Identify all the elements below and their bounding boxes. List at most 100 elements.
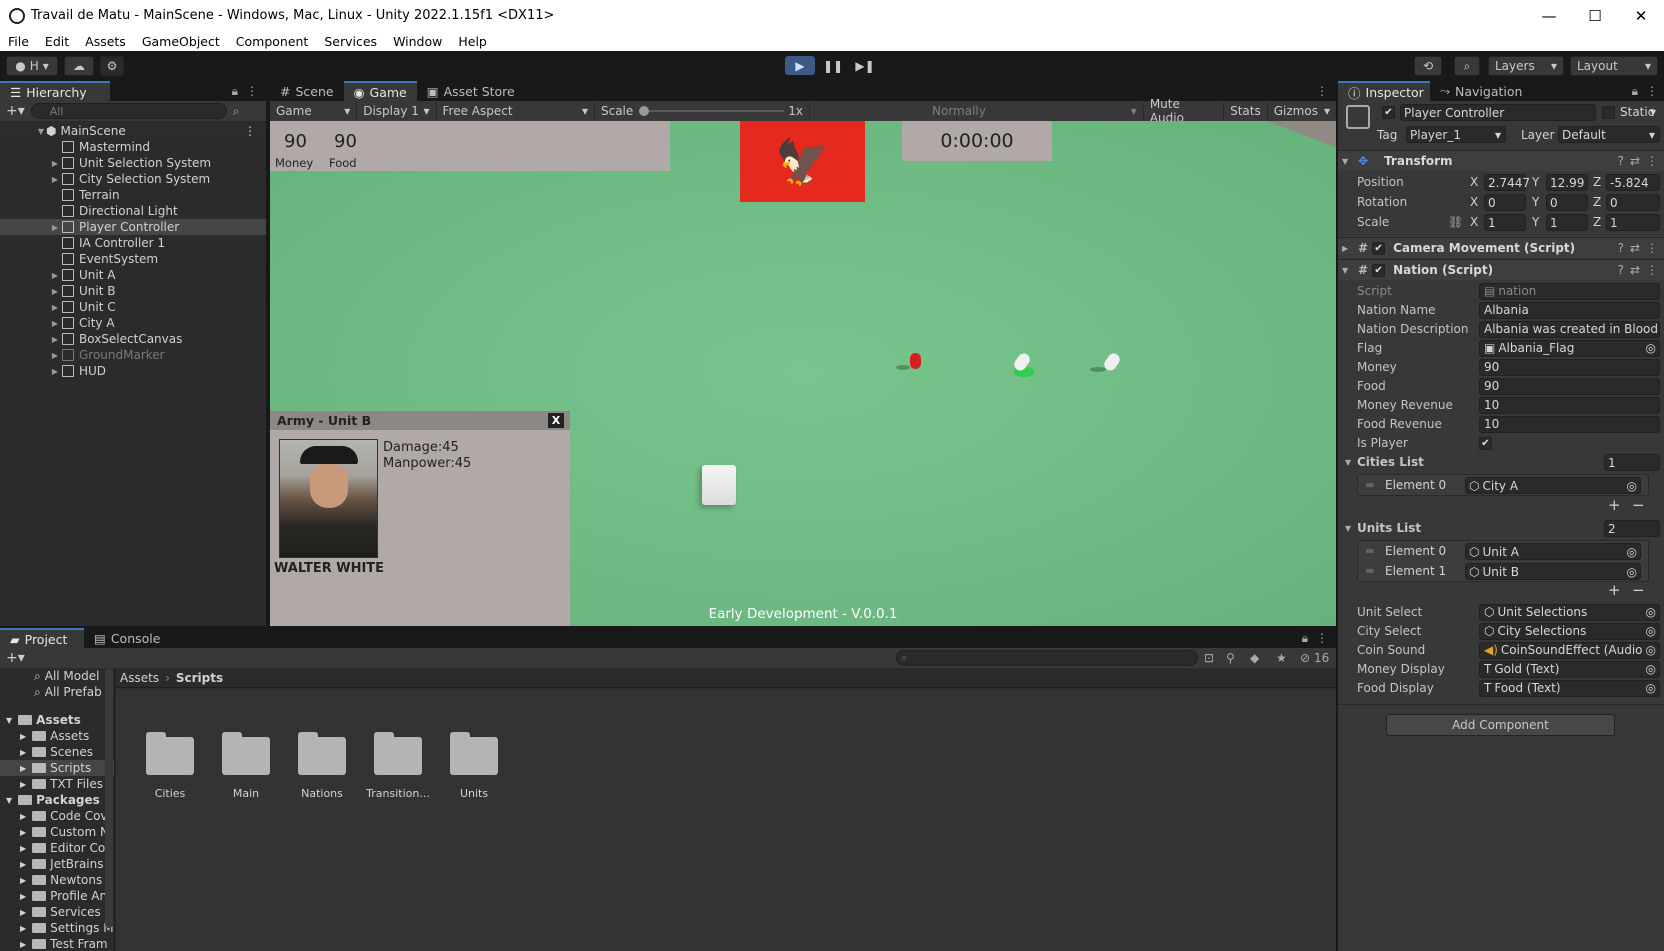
scale-slider[interactable] bbox=[639, 106, 785, 116]
unit-element-0-field[interactable]: ⬡ Unit A ◎ bbox=[1465, 543, 1641, 560]
expand-arrow-icon[interactable]: ▶ bbox=[50, 287, 60, 296]
expand-arrow-icon[interactable]: ▶ bbox=[50, 319, 60, 328]
expand-arrow-icon[interactable]: ▶ bbox=[50, 351, 60, 360]
folder-item-transition[interactable]: Transition... bbox=[364, 732, 432, 800]
lock-icon[interactable]: 🔒︎ bbox=[232, 84, 238, 99]
position-y-input[interactable]: 12.99 bbox=[1546, 174, 1588, 191]
tree-package-newtonsoft[interactable]: ▶ Newtons bbox=[0, 872, 114, 888]
tab-project[interactable]: ▰ Project bbox=[0, 628, 84, 648]
breadcrumb-scripts[interactable]: Scripts bbox=[176, 671, 223, 685]
favorite-icon[interactable]: ★ bbox=[1276, 651, 1287, 665]
search-all-prefabs[interactable]: ⌕ All Prefab bbox=[0, 684, 114, 700]
object-picker-icon[interactable]: ◎ bbox=[1646, 605, 1656, 619]
static-checkbox[interactable] bbox=[1602, 106, 1615, 119]
position-z-input[interactable]: -5.824 bbox=[1606, 174, 1660, 191]
game-mode-dropdown[interactable]: Game ▾ bbox=[270, 102, 358, 120]
lock-icon[interactable]: 🔒︎ bbox=[1302, 631, 1308, 646]
object-name-input[interactable]: Player Controller bbox=[1400, 104, 1596, 121]
tab-inspector[interactable]: ⓘ Inspector bbox=[1338, 81, 1430, 101]
drag-handle-icon[interactable]: ═ bbox=[1366, 478, 1373, 492]
close-army-panel-button[interactable]: X bbox=[548, 413, 564, 428]
scene-row[interactable]: ▼ ⬢ MainScene ⋮ bbox=[0, 123, 266, 139]
mute-audio-toggle[interactable]: Mute Audio bbox=[1144, 97, 1225, 125]
preset-icon[interactable]: ⇄ bbox=[1630, 154, 1640, 168]
search-options-icon[interactable]: ⌕ bbox=[233, 104, 240, 119]
account-dropdown[interactable]: ● H ▾ bbox=[6, 56, 58, 76]
nation-description-input[interactable]: Albania was created in Blood bbox=[1479, 320, 1660, 338]
tab-asset-store[interactable]: ▣ Asset Store bbox=[417, 81, 525, 101]
help-icon[interactable]: ? bbox=[1618, 263, 1624, 277]
hierarchy-item-groundmarker[interactable]: ▶ GroundMarker bbox=[0, 347, 266, 363]
tree-folder-scenes[interactable]: ▶ Scenes bbox=[0, 744, 114, 760]
expand-arrow-icon[interactable]: ▶ bbox=[50, 159, 60, 168]
active-checkbox[interactable]: ✔ bbox=[1382, 106, 1395, 119]
nation-script-header[interactable]: ▼ # ✔ Nation (Script) ? ⇄ ⋮ bbox=[1338, 259, 1664, 280]
menu-component[interactable]: Component bbox=[228, 34, 317, 49]
maximize-button[interactable]: ☐ bbox=[1572, 7, 1618, 25]
remove-element-button[interactable]: − bbox=[1632, 496, 1645, 514]
city-cube[interactable] bbox=[702, 465, 736, 505]
unit-select-field[interactable]: ⬡ Unit Selections ◎ bbox=[1479, 603, 1660, 621]
folder-item-main[interactable]: Main bbox=[214, 732, 278, 800]
lock-icon[interactable]: 🔒︎ bbox=[1632, 84, 1638, 99]
expand-arrow-icon[interactable]: ▶ bbox=[50, 175, 60, 184]
project-search-input[interactable]: ⌕ bbox=[896, 650, 1198, 666]
drag-handle-icon[interactable]: ═ bbox=[1366, 544, 1373, 558]
step-button[interactable]: ▶❚ bbox=[850, 56, 880, 75]
vsync-dropdown[interactable]: Normally ▾ bbox=[926, 102, 1144, 120]
units-count-input[interactable]: 2 bbox=[1604, 520, 1660, 537]
folder-item-cities[interactable]: Cities bbox=[138, 732, 202, 800]
kebab-menu-icon[interactable]: ⋮ bbox=[1646, 263, 1658, 277]
chevron-down-icon[interactable]: ▾ bbox=[1650, 105, 1656, 119]
tab-console[interactable]: ▤ Console bbox=[84, 628, 170, 648]
pause-button[interactable]: ❚❚ bbox=[818, 56, 848, 75]
help-icon[interactable]: ? bbox=[1618, 241, 1624, 255]
kebab-menu-icon[interactable]: ⋮ bbox=[244, 124, 256, 138]
menu-gameobject[interactable]: GameObject bbox=[134, 34, 228, 49]
tree-package-code-coverage[interactable]: ▶ Code Cov bbox=[0, 808, 114, 824]
cities-count-input[interactable]: 1 bbox=[1604, 454, 1660, 471]
hierarchy-item-terrain[interactable]: Terrain bbox=[0, 187, 266, 203]
preset-icon[interactable]: ⇄ bbox=[1630, 263, 1640, 277]
gizmos-dropdown[interactable]: Gizmos ▾ bbox=[1268, 102, 1336, 120]
minimize-button[interactable]: — bbox=[1526, 7, 1572, 25]
menu-file[interactable]: File bbox=[0, 34, 37, 49]
hidden-packages-icon[interactable]: ⊘ bbox=[1300, 651, 1310, 665]
layout-dropdown[interactable]: Layout ▾ bbox=[1570, 56, 1658, 76]
object-picker-icon[interactable]: ◎ bbox=[1646, 341, 1656, 355]
hierarchy-item-unit-b[interactable]: ▶ Unit B bbox=[0, 283, 266, 299]
transform-header[interactable]: ▼ ✥ Transform ? ⇄ ⋮ bbox=[1338, 150, 1664, 171]
expand-arrow-icon[interactable]: ▼ bbox=[36, 127, 46, 136]
expand-arrow-icon[interactable]: ▶ bbox=[50, 367, 60, 376]
hierarchy-item-city-selection-system[interactable]: ▶ City Selection System bbox=[0, 171, 266, 187]
scale-y-input[interactable]: 1 bbox=[1546, 214, 1588, 231]
tab-hierarchy[interactable]: ☰ Hierarchy bbox=[0, 81, 110, 101]
kebab-menu-icon[interactable]: ⋮ bbox=[246, 84, 258, 98]
search-all-models[interactable]: ⌕ All Model bbox=[0, 668, 114, 684]
kebab-menu-icon[interactable]: ⋮ bbox=[1316, 84, 1328, 98]
hierarchy-item-hud[interactable]: ▶ HUD bbox=[0, 363, 266, 379]
hierarchy-search-input[interactable]: All bbox=[30, 103, 227, 119]
collab-icon[interactable]: ⚙ bbox=[100, 56, 124, 76]
hierarchy-item-mastermind[interactable]: Mastermind bbox=[0, 139, 266, 155]
coin-sound-field[interactable]: ◀) CoinSoundEffect (Audio S ◎ bbox=[1479, 641, 1660, 659]
nation-name-input[interactable]: Albania bbox=[1479, 301, 1660, 319]
display-dropdown[interactable]: Display 1 ▾ bbox=[357, 102, 437, 120]
object-picker-icon[interactable]: ◎ bbox=[1627, 565, 1637, 579]
menu-help[interactable]: Help bbox=[450, 34, 495, 49]
object-picker-icon[interactable]: ◎ bbox=[1646, 662, 1656, 676]
tag-dropdown[interactable]: Player_1 ▾ bbox=[1406, 126, 1506, 143]
object-picker-icon[interactable]: ◎ bbox=[1627, 545, 1637, 559]
search-icon[interactable]: ⌕ bbox=[1454, 56, 1480, 76]
is-player-checkbox[interactable]: ✔ bbox=[1479, 436, 1492, 450]
tab-game[interactable]: ◉ Game bbox=[343, 81, 417, 101]
tree-package-editor-coroutines[interactable]: ▶ Editor Co bbox=[0, 840, 114, 856]
cities-list-header[interactable]: ▼ Cities List 1 bbox=[1338, 452, 1664, 472]
tab-navigation[interactable]: ⤳ Navigation bbox=[1430, 81, 1532, 101]
tree-package-settings-manager[interactable]: ▶ Settings M bbox=[0, 920, 114, 936]
camera-movement-header[interactable]: ▶ # ✔ Camera Movement (Script) ? ⇄ ⋮ bbox=[1338, 237, 1664, 258]
money-display-field[interactable]: T Gold (Text) ◎ bbox=[1479, 660, 1660, 678]
menu-edit[interactable]: Edit bbox=[37, 34, 77, 49]
layer-dropdown[interactable]: Default ▾ bbox=[1558, 126, 1660, 143]
link-icon[interactable]: ⛓ bbox=[1448, 215, 1463, 229]
